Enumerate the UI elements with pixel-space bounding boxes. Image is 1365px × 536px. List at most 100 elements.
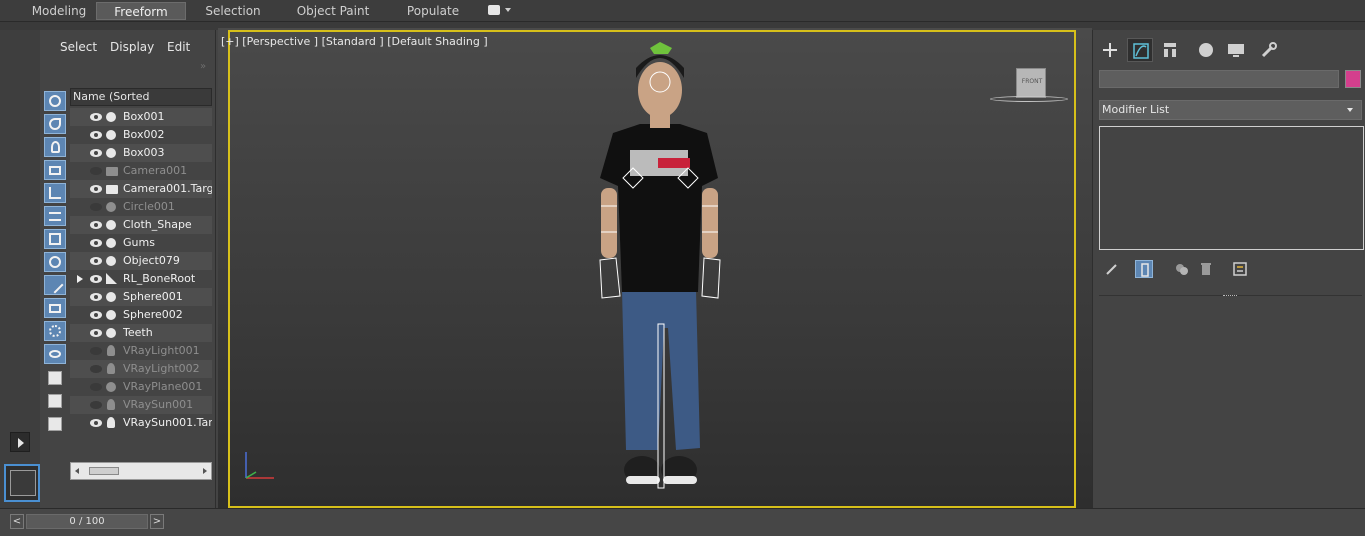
perspective-viewport[interactable]: [+] [Perspective ] [Standard ] [Default … [218,28,1092,508]
list-item-label: Box001 [123,110,165,123]
frozen-filter-icon[interactable] [44,321,66,341]
invert-filter-icon[interactable] [48,417,62,431]
visibility-eye-icon[interactable] [90,149,102,157]
expand-panel-button[interactable] [10,432,30,452]
hierarchy-tab[interactable] [1157,38,1183,62]
helpers-filter-icon[interactable] [44,183,66,203]
list-item[interactable]: Sphere001 [70,288,212,306]
bones-filter-icon[interactable] [44,275,66,295]
hidden-filter-icon[interactable] [44,344,66,364]
tab-freeform[interactable]: Freeform [96,2,186,20]
visibility-eye-icon[interactable] [90,329,102,337]
modify-icon [1133,43,1149,59]
character-model[interactable] [218,28,1092,508]
visibility-eye-icon[interactable] [90,401,102,409]
column-header-name[interactable]: Name (Sorted Ascending) [70,88,212,119]
geometry-filter-icon[interactable] [44,91,66,111]
time-slider-next-button[interactable]: > [150,514,164,529]
visibility-eye-icon[interactable] [90,203,102,211]
pin-stack-icon[interactable] [1103,260,1121,278]
expand-arrow-icon[interactable] [77,275,83,283]
configure-modifier-sets-icon[interactable] [1231,260,1249,278]
list-item[interactable]: Sphere002 [70,306,212,324]
cameras-filter-icon[interactable] [44,160,66,180]
jeans-shape [622,290,700,450]
scroll-left-icon[interactable] [75,468,79,474]
groups-filter-icon[interactable] [44,229,66,249]
show-end-result-icon[interactable] [1135,260,1153,278]
visibility-eye-icon[interactable] [90,347,102,355]
space-warps-filter-icon[interactable] [44,206,66,226]
all-filter-icon[interactable] [48,371,62,385]
visibility-eye-icon[interactable] [90,311,102,319]
visibility-eye-icon[interactable] [90,131,102,139]
tab-populate[interactable]: Populate [398,2,468,20]
hand-gizmo-right[interactable] [701,257,721,299]
menu-select[interactable]: Select [60,40,97,54]
list-item[interactable]: Box002 [70,126,212,144]
ribbon-options-dropdown[interactable] [488,5,514,17]
containers-filter-icon[interactable] [44,298,66,318]
visibility-eye-icon[interactable] [90,239,102,247]
viewcube-compass-ring[interactable] [990,96,1068,102]
list-item[interactable]: Box003 [70,144,212,162]
rollout-resize-handle[interactable] [1223,295,1237,297]
viewcube[interactable]: FRONT [1016,68,1046,98]
visibility-eye-icon[interactable] [90,167,102,175]
hand-gizmo-left[interactable] [599,257,621,299]
list-item[interactable]: Camera001 [70,162,212,180]
visibility-eye-icon[interactable] [90,257,102,265]
make-unique-icon[interactable] [1173,260,1191,278]
viewport-layout-thumbnail[interactable] [4,464,40,502]
list-item[interactable]: Box001 [70,108,212,126]
object-name-field[interactable] [1099,70,1339,88]
time-slider-prev-button[interactable]: < [10,514,24,529]
list-item[interactable]: Camera001.Target [70,180,212,198]
create-tab[interactable] [1097,38,1123,62]
scrollbar-thumb[interactable] [89,467,119,475]
shapes-filter-icon[interactable] [44,114,66,134]
list-item[interactable]: Teeth [70,324,212,342]
display-tab[interactable] [1223,38,1249,62]
visibility-eye-icon[interactable] [90,365,102,373]
utilities-tab[interactable] [1255,38,1281,62]
time-slider-track[interactable]: 0 / 100 [26,514,148,529]
list-item[interactable]: VRaySun001.Target [70,414,212,432]
menu-display[interactable]: Display [110,40,154,54]
visibility-eye-icon[interactable] [90,419,102,427]
horizontal-scrollbar[interactable] [70,462,212,480]
list-item[interactable]: VRayPlane001 [70,378,212,396]
visibility-eye-icon[interactable] [90,221,102,229]
list-item[interactable]: VRayLight001 [70,342,212,360]
visibility-eye-icon[interactable] [90,185,102,193]
modify-tab[interactable] [1127,38,1153,62]
collapse-menu-icon[interactable]: » [200,61,206,72]
visibility-eye-icon[interactable] [90,275,102,283]
list-item[interactable]: Gums [70,234,212,252]
list-item[interactable]: Circle001 [70,198,212,216]
lights-filter-icon[interactable] [44,137,66,157]
list-item[interactable]: VRaySun001 [70,396,212,414]
visibility-eye-icon[interactable] [90,383,102,391]
tab-selection[interactable]: Selection [196,2,270,20]
xref-glyph [49,256,61,268]
motion-tab[interactable] [1193,38,1219,62]
time-slider[interactable]: < 0 / 100 > [10,514,164,531]
scroll-right-icon[interactable] [203,468,207,474]
list-item[interactable]: VRayLight002 [70,360,212,378]
modifier-list-dropdown[interactable]: Modifier List [1099,100,1362,120]
shape-icon [106,202,116,212]
menu-edit[interactable]: Edit [167,40,190,54]
list-item[interactable]: Cloth_Shape [70,216,212,234]
list-item[interactable]: Object079 [70,252,212,270]
object-color-swatch[interactable] [1345,70,1361,88]
visibility-eye-icon[interactable] [90,113,102,121]
xrefs-filter-icon[interactable] [44,252,66,272]
tab-object-paint[interactable]: Object Paint [288,2,378,20]
modifier-stack[interactable] [1099,126,1364,250]
list-item[interactable]: RL_BoneRoot [70,270,212,288]
none-filter-icon[interactable] [48,394,62,408]
visibility-eye-icon[interactable] [90,293,102,301]
tab-modeling[interactable]: Modeling [22,2,96,20]
remove-modifier-icon[interactable] [1197,260,1215,278]
